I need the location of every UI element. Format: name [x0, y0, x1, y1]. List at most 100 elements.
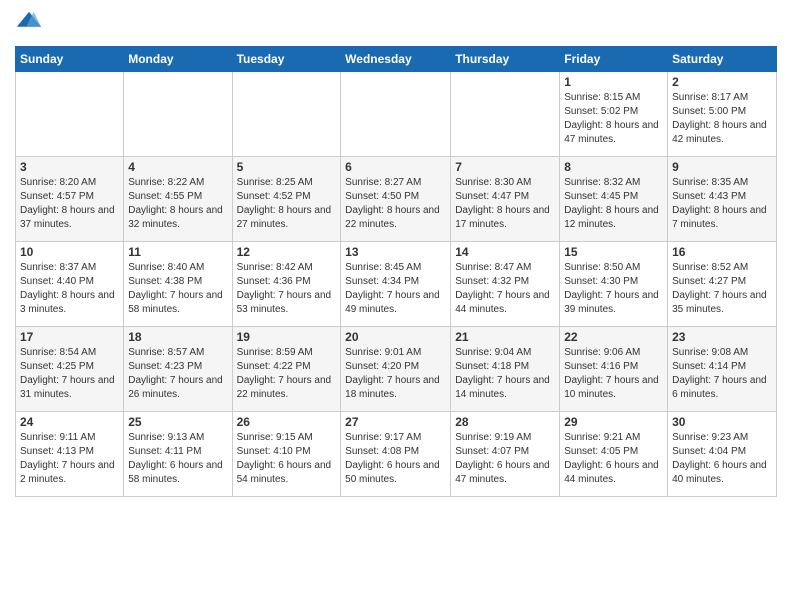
day-info: Sunrise: 8:59 AMSunset: 4:22 PMDaylight:…	[237, 346, 337, 402]
day-info: Sunrise: 9:23 AMSunset: 4:04 PMDaylight:…	[672, 431, 772, 487]
weekday-header-sunday: Sunday	[16, 47, 124, 72]
day-info: Sunrise: 8:20 AMSunset: 4:57 PMDaylight:…	[20, 176, 119, 232]
day-info: Sunrise: 9:19 AMSunset: 4:07 PMDaylight:…	[455, 431, 555, 487]
day-info: Sunrise: 8:54 AMSunset: 4:25 PMDaylight:…	[20, 346, 119, 402]
day-number: 6	[345, 160, 446, 174]
weekday-header-row: SundayMondayTuesdayWednesdayThursdayFrid…	[16, 47, 777, 72]
day-number: 30	[672, 415, 772, 429]
day-cell: 12 Sunrise: 8:42 AMSunset: 4:36 PMDayligh…	[232, 242, 341, 327]
day-info: Sunrise: 9:15 AMSunset: 4:10 PMDaylight:…	[237, 431, 337, 487]
logo	[15, 10, 47, 38]
weekday-header-saturday: Saturday	[668, 47, 777, 72]
day-cell: 28 Sunrise: 9:19 AMSunset: 4:07 PMDayligh…	[451, 412, 560, 497]
day-cell: 30 Sunrise: 9:23 AMSunset: 4:04 PMDayligh…	[668, 412, 777, 497]
day-info: Sunrise: 9:06 AMSunset: 4:16 PMDaylight:…	[564, 346, 663, 402]
day-cell: 15 Sunrise: 8:50 AMSunset: 4:30 PMDayligh…	[560, 242, 668, 327]
day-number: 1	[564, 75, 663, 89]
day-cell: 26 Sunrise: 9:15 AMSunset: 4:10 PMDayligh…	[232, 412, 341, 497]
day-info: Sunrise: 8:15 AMSunset: 5:02 PMDaylight:…	[564, 91, 663, 147]
day-cell: 21 Sunrise: 9:04 AMSunset: 4:18 PMDayligh…	[451, 327, 560, 412]
logo-icon	[15, 10, 43, 38]
day-cell: 29Sunrise: 9:21 AMSunset: 4:05 PMDayligh…	[560, 412, 668, 497]
day-number: 13	[345, 245, 446, 259]
day-cell	[124, 72, 232, 157]
day-number: 5	[237, 160, 337, 174]
weekday-header-friday: Friday	[560, 47, 668, 72]
day-number: 28	[455, 415, 555, 429]
day-info: Sunrise: 9:13 AMSunset: 4:11 PMDaylight:…	[128, 431, 227, 487]
day-cell: 10 Sunrise: 8:37 AMSunset: 4:40 PMDayligh…	[16, 242, 124, 327]
day-info: Sunrise: 8:32 AMSunset: 4:45 PMDaylight:…	[564, 176, 663, 232]
day-cell: 16 Sunrise: 8:52 AMSunset: 4:27 PMDayligh…	[668, 242, 777, 327]
day-cell: 13 Sunrise: 8:45 AMSunset: 4:34 PMDayligh…	[341, 242, 451, 327]
day-cell: 2 Sunrise: 8:17 AMSunset: 5:00 PMDaylight…	[668, 72, 777, 157]
weekday-header-wednesday: Wednesday	[341, 47, 451, 72]
weekday-header-tuesday: Tuesday	[232, 47, 341, 72]
day-info: Sunrise: 8:17 AMSunset: 5:00 PMDaylight:…	[672, 91, 772, 147]
day-cell: 14 Sunrise: 8:47 AMSunset: 4:32 PMDayligh…	[451, 242, 560, 327]
week-row-5: 24 Sunrise: 9:11 AMSunset: 4:13 PMDayligh…	[16, 412, 777, 497]
day-number: 4	[128, 160, 227, 174]
day-cell: 23 Sunrise: 9:08 AMSunset: 4:14 PMDayligh…	[668, 327, 777, 412]
day-cell: 3Sunrise: 8:20 AMSunset: 4:57 PMDaylight…	[16, 157, 124, 242]
day-cell: 19 Sunrise: 8:59 AMSunset: 4:22 PMDayligh…	[232, 327, 341, 412]
day-number: 25	[128, 415, 227, 429]
day-number: 14	[455, 245, 555, 259]
day-number: 2	[672, 75, 772, 89]
day-cell: 25 Sunrise: 9:13 AMSunset: 4:11 PMDayligh…	[124, 412, 232, 497]
day-info: Sunrise: 8:47 AMSunset: 4:32 PMDaylight:…	[455, 261, 555, 317]
day-cell: 11 Sunrise: 8:40 AMSunset: 4:38 PMDayligh…	[124, 242, 232, 327]
week-row-3: 10 Sunrise: 8:37 AMSunset: 4:40 PMDayligh…	[16, 242, 777, 327]
day-number: 27	[345, 415, 446, 429]
day-info: Sunrise: 9:11 AMSunset: 4:13 PMDaylight:…	[20, 431, 119, 487]
day-info: Sunrise: 9:04 AMSunset: 4:18 PMDaylight:…	[455, 346, 555, 402]
day-info: Sunrise: 9:17 AMSunset: 4:08 PMDaylight:…	[345, 431, 446, 487]
day-cell: 6Sunrise: 8:27 AMSunset: 4:50 PMDaylight…	[341, 157, 451, 242]
page-header	[15, 10, 777, 38]
weekday-header-monday: Monday	[124, 47, 232, 72]
day-cell: 5 Sunrise: 8:25 AMSunset: 4:52 PMDaylight…	[232, 157, 341, 242]
day-cell: 27 Sunrise: 9:17 AMSunset: 4:08 PMDayligh…	[341, 412, 451, 497]
day-cell: 8 Sunrise: 8:32 AMSunset: 4:45 PMDaylight…	[560, 157, 668, 242]
day-number: 7	[455, 160, 555, 174]
day-number: 20	[345, 330, 446, 344]
day-cell: 17 Sunrise: 8:54 AMSunset: 4:25 PMDayligh…	[16, 327, 124, 412]
day-cell	[16, 72, 124, 157]
day-number: 11	[128, 245, 227, 259]
day-cell: 7 Sunrise: 8:30 AMSunset: 4:47 PMDaylight…	[451, 157, 560, 242]
day-info: Sunrise: 8:45 AMSunset: 4:34 PMDaylight:…	[345, 261, 446, 317]
day-cell: 18Sunrise: 8:57 AMSunset: 4:23 PMDayligh…	[124, 327, 232, 412]
day-cell	[232, 72, 341, 157]
day-number: 16	[672, 245, 772, 259]
week-row-1: 1 Sunrise: 8:15 AMSunset: 5:02 PMDaylight…	[16, 72, 777, 157]
day-info: Sunrise: 8:25 AMSunset: 4:52 PMDaylight:…	[237, 176, 337, 232]
day-info: Sunrise: 8:40 AMSunset: 4:38 PMDaylight:…	[128, 261, 227, 317]
day-cell: 24 Sunrise: 9:11 AMSunset: 4:13 PMDayligh…	[16, 412, 124, 497]
day-info: Sunrise: 8:37 AMSunset: 4:40 PMDaylight:…	[20, 261, 119, 317]
calendar-table: SundayMondayTuesdayWednesdayThursdayFrid…	[15, 46, 777, 497]
day-info: Sunrise: 8:30 AMSunset: 4:47 PMDaylight:…	[455, 176, 555, 232]
day-info: Sunrise: 8:42 AMSunset: 4:36 PMDaylight:…	[237, 261, 337, 317]
day-number: 23	[672, 330, 772, 344]
day-info: Sunrise: 9:01 AMSunset: 4:20 PMDaylight:…	[345, 346, 446, 402]
page-container: SundayMondayTuesdayWednesdayThursdayFrid…	[0, 0, 792, 502]
day-info: Sunrise: 8:22 AMSunset: 4:55 PMDaylight:…	[128, 176, 227, 232]
day-number: 17	[20, 330, 119, 344]
day-info: Sunrise: 9:08 AMSunset: 4:14 PMDaylight:…	[672, 346, 772, 402]
day-info: Sunrise: 8:52 AMSunset: 4:27 PMDaylight:…	[672, 261, 772, 317]
day-info: Sunrise: 8:57 AMSunset: 4:23 PMDaylight:…	[128, 346, 227, 402]
day-number: 26	[237, 415, 337, 429]
day-cell: 20 Sunrise: 9:01 AMSunset: 4:20 PMDayligh…	[341, 327, 451, 412]
day-cell: 22 Sunrise: 9:06 AMSunset: 4:16 PMDayligh…	[560, 327, 668, 412]
day-number: 19	[237, 330, 337, 344]
day-number: 22	[564, 330, 663, 344]
day-info: Sunrise: 8:50 AMSunset: 4:30 PMDaylight:…	[564, 261, 663, 317]
day-number: 8	[564, 160, 663, 174]
day-cell: 1 Sunrise: 8:15 AMSunset: 5:02 PMDaylight…	[560, 72, 668, 157]
day-number: 12	[237, 245, 337, 259]
day-info: Sunrise: 9:21 AMSunset: 4:05 PMDaylight:…	[564, 431, 663, 487]
day-number: 21	[455, 330, 555, 344]
day-number: 10	[20, 245, 119, 259]
day-number: 24	[20, 415, 119, 429]
day-number: 15	[564, 245, 663, 259]
